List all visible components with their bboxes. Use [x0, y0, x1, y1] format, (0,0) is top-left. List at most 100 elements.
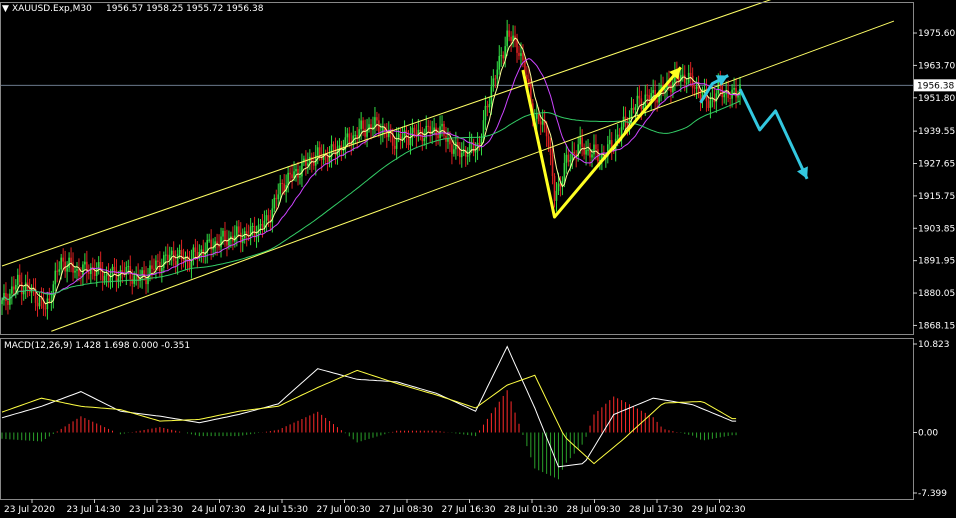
candle-body	[16, 274, 19, 285]
price-tick-label: 1963.70	[918, 61, 955, 71]
candle-body	[685, 82, 688, 84]
time-tick-label: 28 Jul 17:30	[629, 505, 683, 515]
candle-body	[547, 136, 550, 149]
price-tick-label: 1868.15	[918, 321, 955, 331]
candle-body	[46, 298, 49, 310]
trading-chart[interactable]: 1975.60 1963.70 1951.80 1939.55 1927.65 1915.…	[0, 0, 956, 518]
candle-body	[166, 254, 169, 260]
candle-body	[585, 149, 587, 155]
candle-body	[646, 94, 649, 96]
candle-body	[693, 87, 696, 89]
candle-body	[403, 130, 406, 137]
symbol-title: XAUUSD.Exp,M30	[12, 4, 92, 14]
candle-body	[20, 282, 23, 295]
time-tick-label: 28 Jul 09:30	[567, 505, 621, 515]
candle-body	[555, 190, 558, 201]
candle-body	[113, 266, 116, 271]
candle-body	[460, 152, 463, 158]
candle-body	[683, 74, 686, 83]
candle-body	[145, 276, 147, 285]
time-tick-label: 23 Jul 2020	[4, 505, 55, 515]
candle-body	[382, 127, 384, 135]
candle-body	[291, 174, 293, 179]
candle-body	[72, 262, 74, 273]
candle-body	[399, 133, 402, 140]
candle-body	[362, 120, 364, 129]
candle-body	[451, 144, 453, 154]
candle-body	[616, 134, 619, 139]
candle-body	[170, 250, 173, 255]
candle-body	[492, 78, 495, 87]
price-tick-label: 1939.55	[918, 127, 955, 137]
candle-body	[563, 162, 566, 182]
ohlc-values: 1956.57 1958.25 1955.72 1956.38	[106, 4, 264, 14]
candle-body	[691, 75, 694, 88]
candle-body	[182, 258, 185, 262]
candle-body	[630, 107, 633, 118]
candle-body	[498, 56, 501, 70]
macd-tick-label: 0.00	[918, 428, 938, 438]
current-price-label: 1956.38	[917, 81, 954, 91]
candle-body	[109, 277, 112, 282]
candle-body	[1, 300, 3, 305]
candle-body	[378, 120, 380, 135]
time-tick-label: 27 Jul 00:30	[317, 505, 371, 515]
candle-body	[551, 155, 554, 177]
candle-body	[149, 265, 151, 276]
candle-body	[251, 226, 254, 228]
candle-body	[413, 127, 416, 133]
candle-body	[360, 120, 362, 130]
candle-body	[581, 137, 583, 147]
candle-body	[644, 94, 647, 107]
candle-body	[549, 148, 552, 156]
candle-body	[518, 52, 520, 56]
candle-body	[224, 230, 226, 241]
candle-body	[579, 137, 581, 145]
time-tick-label: 23 Jul 23:30	[129, 505, 183, 515]
candle-body	[482, 120, 485, 139]
candle-body	[557, 183, 560, 191]
candle-body	[105, 273, 108, 276]
candle-body	[301, 162, 303, 177]
candle-body	[535, 113, 538, 119]
candle-body	[66, 267, 68, 272]
candle-body	[510, 36, 512, 42]
candle-body	[273, 197, 276, 209]
candle-body	[133, 275, 136, 284]
symbol-header-marker: ▼	[2, 4, 9, 14]
candle-body	[157, 260, 159, 262]
candle-body	[212, 248, 214, 250]
candle-body	[307, 163, 309, 166]
candle-body	[634, 106, 637, 110]
candle-body	[652, 90, 654, 94]
candle-body	[565, 154, 568, 163]
time-tick-label: 29 Jul 02:30	[692, 505, 746, 515]
candle-body	[222, 230, 224, 237]
candle-body	[188, 261, 191, 268]
candle-body	[70, 257, 72, 263]
candle-body	[486, 105, 489, 108]
candle-body	[78, 269, 80, 277]
candle-body	[95, 268, 98, 276]
candle-body	[723, 94, 726, 98]
candle-body	[539, 121, 542, 125]
candle-body	[151, 265, 153, 269]
macd-tick-label: 10.823	[918, 340, 950, 350]
candle-body	[506, 30, 508, 47]
candle-body	[478, 142, 481, 145]
time-tick-label: 27 Jul 08:30	[379, 505, 433, 515]
candle-body	[587, 149, 589, 151]
candle-body	[632, 107, 635, 110]
candle-body	[192, 247, 195, 259]
candle-body	[638, 95, 641, 99]
price-tick-label: 1880.05	[918, 289, 955, 299]
time-tick-label: 24 Jul 07:30	[192, 505, 246, 515]
candle-body	[101, 271, 104, 281]
candle-body	[277, 194, 280, 200]
time-tick-label: 24 Jul 15:30	[254, 505, 308, 515]
candle-body	[84, 261, 86, 265]
price-tick-label: 1891.95	[918, 257, 955, 267]
price-tick-label: 1927.65	[918, 160, 955, 170]
candle-body	[453, 149, 455, 154]
candle-body	[376, 117, 378, 121]
